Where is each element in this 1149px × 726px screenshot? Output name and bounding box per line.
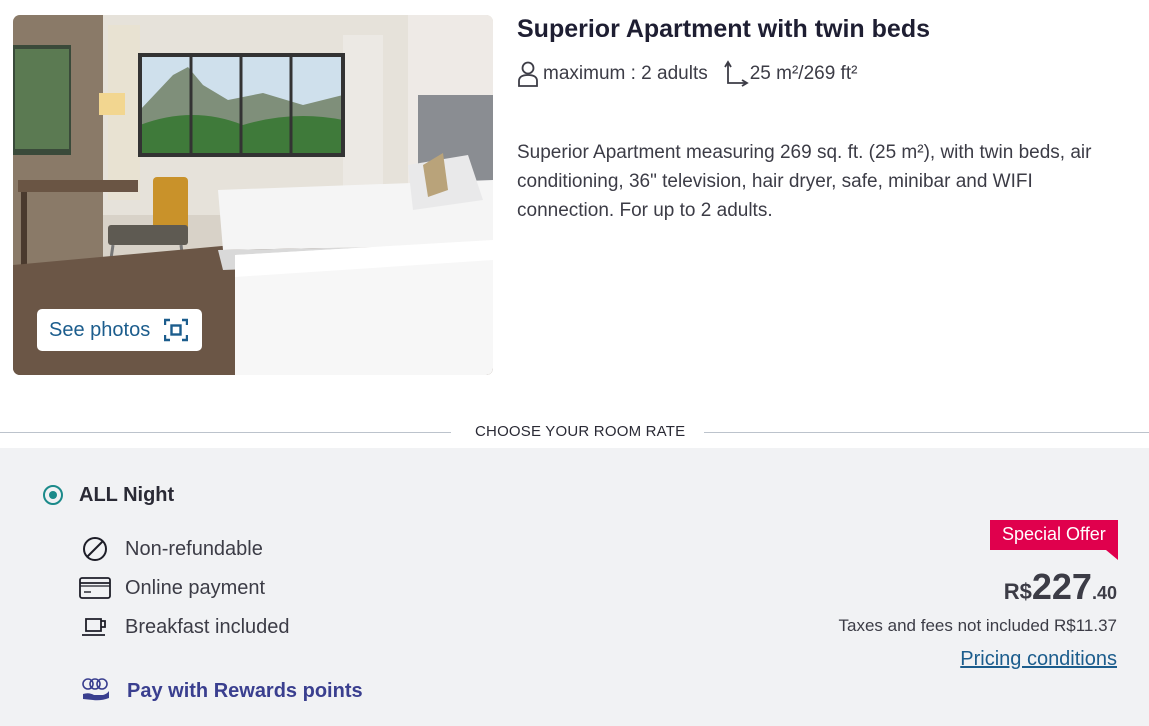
rewards-label: Pay with Rewards points [127,680,363,702]
feature-label: Non-refundable [125,537,263,560]
feature-non-refundable: Non-refundable [79,536,263,562]
price-currency: R$ [1003,579,1032,604]
feature-label: Breakfast included [125,615,290,638]
rate-name: ALL Night [79,484,175,506]
area-icon [723,60,749,87]
feature-online-payment: Online payment [79,575,265,601]
pay-with-rewards-link[interactable]: Pay with Rewards points [81,676,363,707]
see-photos-label: See photos [49,318,151,341]
room-photo[interactable]: See photos [13,15,493,375]
feature-label: Online payment [125,576,266,599]
badge-tail [1105,550,1118,560]
divider-line-left [0,432,451,433]
feature-breakfast: Breakfast included [79,614,290,640]
coffee-cup-icon [79,614,111,640]
room-description: Superior Apartment measuring 269 sq. ft.… [517,142,1092,221]
rate-radio-selected[interactable] [43,485,63,505]
rate-price: R$ 227 .40 [1004,566,1117,608]
section-label: CHOOSE YOUR ROOM RATE [475,423,686,440]
pricing-conditions-link[interactable]: Pricing conditions [960,648,1117,671]
rate-section-divider: CHOOSE YOUR ROOM RATE [0,418,1149,448]
rate-option-card[interactable]: ALL Night Non-refundable Online payment [0,448,1149,726]
no-refund-icon [79,536,111,562]
room-size: 25 m²/269 ft² [722,60,858,88]
taxes-note: Taxes and fees not included R$11.37 [838,616,1118,635]
credit-card-icon [79,575,111,601]
occupancy: maximum : 2 adults [517,61,708,87]
special-offer-badge: Special Offer [990,520,1118,560]
radio-dot [49,491,57,499]
price-decimal: .40 [1091,583,1117,603]
rewards-points-icon [81,676,111,707]
occupancy-text: maximum : 2 adults [543,63,708,84]
divider-line-right [704,432,1149,433]
room-title: Superior Apartment with twin beds [517,15,930,43]
offer-label: Special Offer [1002,524,1106,544]
room-meta: maximum : 2 adults 25 m²/269 ft² [517,60,857,88]
person-icon [518,61,538,87]
see-photos-button[interactable]: See photos [37,309,202,351]
price-integer: 227 [1031,566,1092,607]
room-size-text: 25 m²/269 ft² [749,63,858,84]
expand-photo-icon [164,318,189,342]
